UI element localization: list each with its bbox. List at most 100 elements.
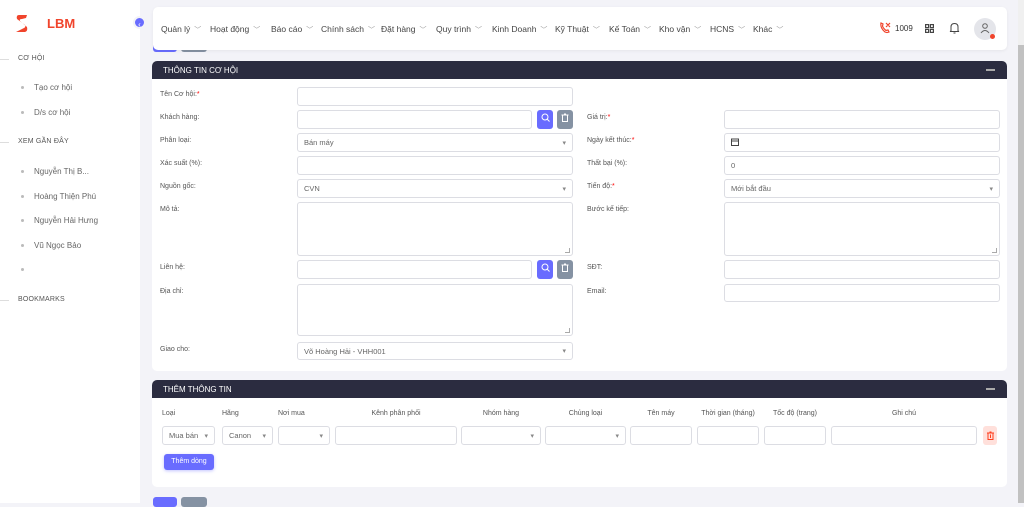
nguon_goc-select[interactable]: CVN bbox=[297, 179, 573, 198]
minimize-icon[interactable] bbox=[986, 388, 995, 390]
ten_co_hoi-label: Tên Cơ hội:* bbox=[160, 91, 200, 98]
search-button[interactable] bbox=[537, 260, 553, 279]
chevron-down-icon: ﹀ bbox=[194, 27, 202, 34]
lien_he-input[interactable] bbox=[297, 260, 532, 279]
recent-item[interactable]: Vũ Ngọc Bảo bbox=[34, 241, 81, 250]
nav-menu-item[interactable]: Quản lý ﹀ bbox=[161, 24, 201, 35]
row-cell-input[interactable] bbox=[278, 426, 330, 445]
ten_co_hoi-input[interactable] bbox=[297, 87, 573, 106]
menu-label: Khác bbox=[753, 24, 773, 34]
that_bai-label: Thất bại (%): bbox=[587, 160, 628, 167]
nav-menu-item[interactable]: Kho vận ﹀ bbox=[659, 24, 701, 35]
nav-menu-item[interactable]: Kỹ Thuật ﹀ bbox=[555, 24, 600, 35]
nav-menu-item[interactable]: Kế Toán ﹀ bbox=[609, 24, 651, 35]
tien_do-label: Tiến độ:* bbox=[587, 183, 615, 190]
gia_tri-input[interactable] bbox=[724, 110, 1000, 129]
save-button[interactable] bbox=[153, 497, 177, 507]
add-row-button[interactable]: Thêm dòng bbox=[164, 454, 214, 470]
dia_chi-label: Địa chỉ: bbox=[160, 288, 184, 295]
row-cell-input[interactable] bbox=[461, 426, 541, 445]
sidebar-item-tao-co-hoi[interactable]: Tạo cơ hội bbox=[34, 83, 72, 92]
phone-missed-icon[interactable] bbox=[879, 22, 891, 34]
nav-menu-item[interactable]: Quy trình ﹀ bbox=[436, 24, 482, 35]
card-title: THÊM THÔNG TIN bbox=[163, 385, 232, 394]
column-header: Loại bbox=[162, 410, 176, 417]
phan_loai-select[interactable]: Bán máy bbox=[297, 133, 573, 152]
chevron-down-icon: ﹀ bbox=[474, 27, 482, 34]
chevron-down-icon: ﹀ bbox=[540, 27, 548, 34]
clear-button[interactable] bbox=[557, 110, 573, 129]
minimize-icon[interactable] bbox=[986, 69, 995, 71]
row-cell-input[interactable] bbox=[831, 426, 977, 445]
nav-menu-item[interactable]: Hoạt động ﹀ bbox=[210, 24, 260, 35]
menu-label: Chính sách bbox=[321, 24, 364, 34]
column-header: Nhóm hàng bbox=[482, 410, 520, 417]
gia_tri-label: Giá trị:* bbox=[587, 114, 611, 121]
buoc_ke_tiep-label: Bước kế tiếp: bbox=[587, 206, 629, 213]
apps-grid-icon[interactable] bbox=[925, 24, 934, 33]
status-dot bbox=[990, 34, 995, 39]
mo_ta-input[interactable] bbox=[297, 202, 573, 256]
chevron-down-icon: ﹀ bbox=[306, 27, 314, 34]
sidebar-item-ds-co-hoi[interactable]: D/s cơ hội bbox=[34, 108, 70, 117]
logo-icon bbox=[16, 15, 28, 32]
calendar-icon[interactable] bbox=[731, 138, 739, 148]
row-cell-input[interactable] bbox=[697, 426, 759, 445]
dia_chi-input[interactable] bbox=[297, 284, 573, 336]
column-header: Chủng loại bbox=[568, 410, 603, 417]
scrollbar[interactable] bbox=[1018, 0, 1024, 503]
search-button[interactable] bbox=[537, 110, 553, 129]
sdt-input[interactable] bbox=[724, 260, 1000, 279]
back-button[interactable] bbox=[181, 497, 207, 507]
row-cell-input[interactable]: Canon bbox=[222, 426, 273, 445]
column-header: Nơi mua bbox=[278, 410, 305, 417]
buoc_ke_tiep-input[interactable] bbox=[724, 202, 1000, 256]
tien_do-value: Mới bắt đầu bbox=[731, 184, 771, 193]
clear-button[interactable] bbox=[557, 260, 573, 279]
giao_cho-select[interactable]: Võ Hoàng Hải - VHH001 bbox=[297, 342, 573, 360]
sidebar: LBM CƠ HỘI Tạo cơ hội D/s cơ hội XEM GẦN… bbox=[0, 0, 140, 503]
nav-menu-item[interactable]: HCNS ﹀ bbox=[710, 24, 745, 35]
row-cell-input[interactable] bbox=[335, 426, 457, 445]
email-input[interactable] bbox=[724, 284, 1000, 302]
chevron-down-icon: ﹀ bbox=[694, 27, 702, 34]
menu-label: Quy trình bbox=[436, 24, 471, 34]
nav-menu-item[interactable]: Báo cáo ﹀ bbox=[271, 24, 313, 35]
recent-item[interactable]: Nguyễn Hải Hưng bbox=[34, 216, 98, 225]
collapse-sidebar-button[interactable]: ‹ bbox=[133, 16, 146, 29]
that_bai-input[interactable]: 0 bbox=[724, 156, 1000, 175]
row-cell-input[interactable]: Mua bán bbox=[162, 426, 215, 445]
email-label: Email: bbox=[587, 288, 607, 295]
menu-label: Kho vận bbox=[659, 24, 691, 34]
menu-label: Hoạt động bbox=[210, 24, 250, 34]
nav-menu-item[interactable]: Khác ﹀ bbox=[753, 24, 783, 35]
mo_ta-label: Mô tả: bbox=[160, 206, 180, 213]
column-header: Tên máy bbox=[647, 410, 675, 417]
chevron-down-icon: ﹀ bbox=[644, 27, 652, 34]
column-header: Hãng bbox=[222, 410, 239, 417]
chevron-down-icon: ﹀ bbox=[738, 27, 746, 34]
chevron-down-icon: ﹀ bbox=[419, 27, 427, 34]
menu-label: Kinh Doanh bbox=[492, 24, 537, 34]
section-recent: XEM GẦN ĐÂY bbox=[18, 138, 69, 145]
recent-item[interactable]: Nguyễn Thị B... bbox=[34, 167, 89, 176]
xac_suat-input[interactable] bbox=[297, 156, 573, 175]
bell-icon[interactable] bbox=[949, 22, 960, 34]
user-icon bbox=[980, 23, 990, 34]
that_bai-value: 0 bbox=[731, 161, 736, 170]
menu-label: Quản lý bbox=[161, 24, 191, 34]
tien_do-select[interactable]: Mới bắt đầu bbox=[724, 179, 1000, 198]
nav-menu-item[interactable]: Kinh Doanh ﹀ bbox=[492, 24, 547, 35]
ngay_ket_thuc-input[interactable] bbox=[724, 133, 1000, 152]
khach_hang-input[interactable] bbox=[297, 110, 532, 129]
nav-menu-item[interactable]: Chính sách ﹀ bbox=[321, 24, 375, 35]
nav-menu-item[interactable]: Đặt hàng ﹀ bbox=[381, 24, 427, 35]
row-cell-input[interactable] bbox=[764, 426, 826, 445]
delete-row-button[interactable] bbox=[983, 426, 997, 445]
row-cell-input[interactable] bbox=[630, 426, 692, 445]
lien_he-label: Liên hệ: bbox=[160, 264, 185, 271]
menu-label: Kế Toán bbox=[609, 24, 641, 34]
avatar[interactable] bbox=[974, 18, 996, 40]
recent-item[interactable]: Hoàng Thiện Phú bbox=[34, 192, 96, 201]
row-cell-input[interactable] bbox=[545, 426, 626, 445]
